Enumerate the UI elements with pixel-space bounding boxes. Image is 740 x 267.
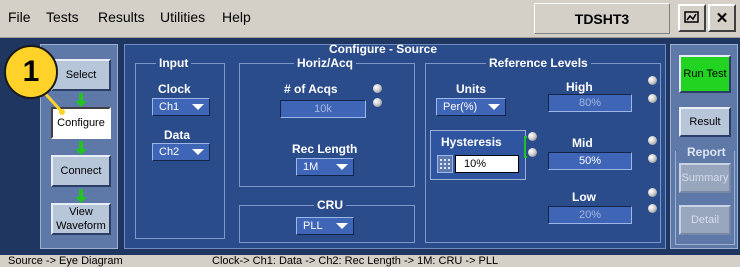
menu-tests[interactable]: Tests — [46, 9, 79, 25]
chevron-down-icon — [336, 223, 348, 229]
menu-utilities[interactable]: Utilities — [160, 9, 205, 25]
knob-icon[interactable] — [648, 136, 657, 145]
knob-icon[interactable] — [373, 84, 382, 93]
keypad-icon[interactable] — [437, 155, 453, 173]
chevron-down-icon — [336, 164, 348, 170]
knob-icon[interactable] — [648, 188, 657, 197]
cru-group: CRU PLL — [239, 198, 415, 243]
clock-value: Ch1 — [159, 101, 180, 113]
detail-button[interactable]: Detail — [679, 205, 731, 235]
high-field[interactable]: 80% — [548, 94, 632, 112]
knob-icon[interactable] — [648, 94, 657, 103]
units-dropdown[interactable]: Per(%) — [436, 98, 506, 116]
knob-link-bracket — [524, 136, 527, 158]
reference-levels-group: Reference Levels Units Per(%) High 80% H… — [425, 56, 661, 243]
data-label: Data — [164, 128, 191, 142]
result-button[interactable]: Result — [679, 107, 731, 137]
select-button[interactable]: Select — [51, 59, 111, 91]
minimize-button[interactable] — [678, 4, 706, 32]
data-value: Ch2 — [159, 146, 180, 158]
right-panel: Run Test Result Report Summary Detail — [670, 44, 738, 249]
arrow-down-icon — [75, 141, 87, 155]
hysteresis-input[interactable]: 10% — [455, 155, 519, 173]
close-icon: ✕ — [715, 10, 729, 27]
close-button[interactable]: ✕ — [708, 4, 736, 32]
mid-label: Mid — [572, 136, 593, 150]
knob-icon[interactable] — [648, 204, 657, 213]
units-label: Units — [456, 82, 486, 96]
reference-levels-title: Reference Levels — [486, 56, 591, 70]
rec-length-label: Rec Length — [292, 142, 358, 156]
cru-dropdown[interactable]: PLL — [296, 217, 354, 235]
knob-icon[interactable] — [648, 76, 657, 85]
low-label: Low — [572, 190, 596, 204]
clock-dropdown[interactable]: Ch1 — [152, 98, 210, 116]
knob-icon[interactable] — [528, 132, 537, 141]
input-group-title: Input — [156, 56, 192, 70]
cru-value: PLL — [303, 220, 323, 232]
num-acqs-label: # of Acqs — [284, 82, 338, 96]
knob-icon[interactable] — [648, 154, 657, 163]
view-waveform-button[interactable]: View Waveform — [51, 203, 111, 235]
minimize-icon — [684, 11, 699, 23]
data-dropdown[interactable]: Ch2 — [152, 143, 210, 161]
summary-button[interactable]: Summary — [679, 163, 731, 193]
product-name: TDSHT3 — [534, 3, 670, 34]
low-field[interactable]: 20% — [548, 206, 632, 224]
menu-results[interactable]: Results — [98, 9, 145, 25]
knob-icon[interactable] — [528, 148, 537, 157]
horiz-acq-group: Horiz/Acq # of Acqs 10k Rec Length 1M — [239, 56, 415, 187]
chevron-down-icon — [192, 104, 204, 110]
connect-button[interactable]: Connect — [51, 155, 111, 187]
status-left: Source -> Eye Diagram — [8, 255, 123, 267]
horiz-acq-title: Horiz/Acq — [294, 56, 357, 70]
units-value: Per(%) — [443, 101, 478, 113]
knob-icon[interactable] — [373, 98, 382, 107]
menu-file[interactable]: File — [8, 9, 31, 25]
callout-number: 1 — [4, 45, 58, 99]
mid-field[interactable]: 50% — [548, 152, 632, 170]
chevron-down-icon — [488, 104, 500, 110]
status-bar: Source -> Eye Diagram Clock-> Ch1: Data … — [0, 255, 740, 267]
panel-title: Configure - Source — [328, 42, 437, 56]
rec-length-dropdown[interactable]: 1M — [296, 158, 354, 176]
input-group: Input Clock Ch1 Data Ch2 — [135, 56, 225, 239]
arrow-down-icon — [75, 189, 87, 203]
cru-title: CRU — [314, 198, 346, 212]
menu-help[interactable]: Help — [222, 9, 251, 25]
configure-source-panel: Configure - Source Input Clock Ch1 Data … — [124, 42, 666, 249]
chevron-down-icon — [192, 149, 204, 155]
run-test-button[interactable]: Run Test — [679, 55, 731, 93]
hysteresis-box: Hysteresis 10% — [430, 130, 526, 180]
num-acqs-field[interactable]: 10k — [280, 100, 366, 118]
rec-length-value: 1M — [303, 161, 319, 173]
high-label: High — [566, 80, 593, 94]
hysteresis-label: Hysteresis — [441, 135, 502, 149]
configure-button[interactable]: Configure — [51, 107, 111, 139]
arrow-down-icon — [75, 93, 87, 107]
status-right: Clock-> Ch1: Data -> Ch2: Rec Length -> … — [212, 255, 499, 267]
menu-bar: File Tests Results Utilities Help TDSHT3… — [0, 0, 740, 38]
clock-label: Clock — [158, 82, 191, 96]
